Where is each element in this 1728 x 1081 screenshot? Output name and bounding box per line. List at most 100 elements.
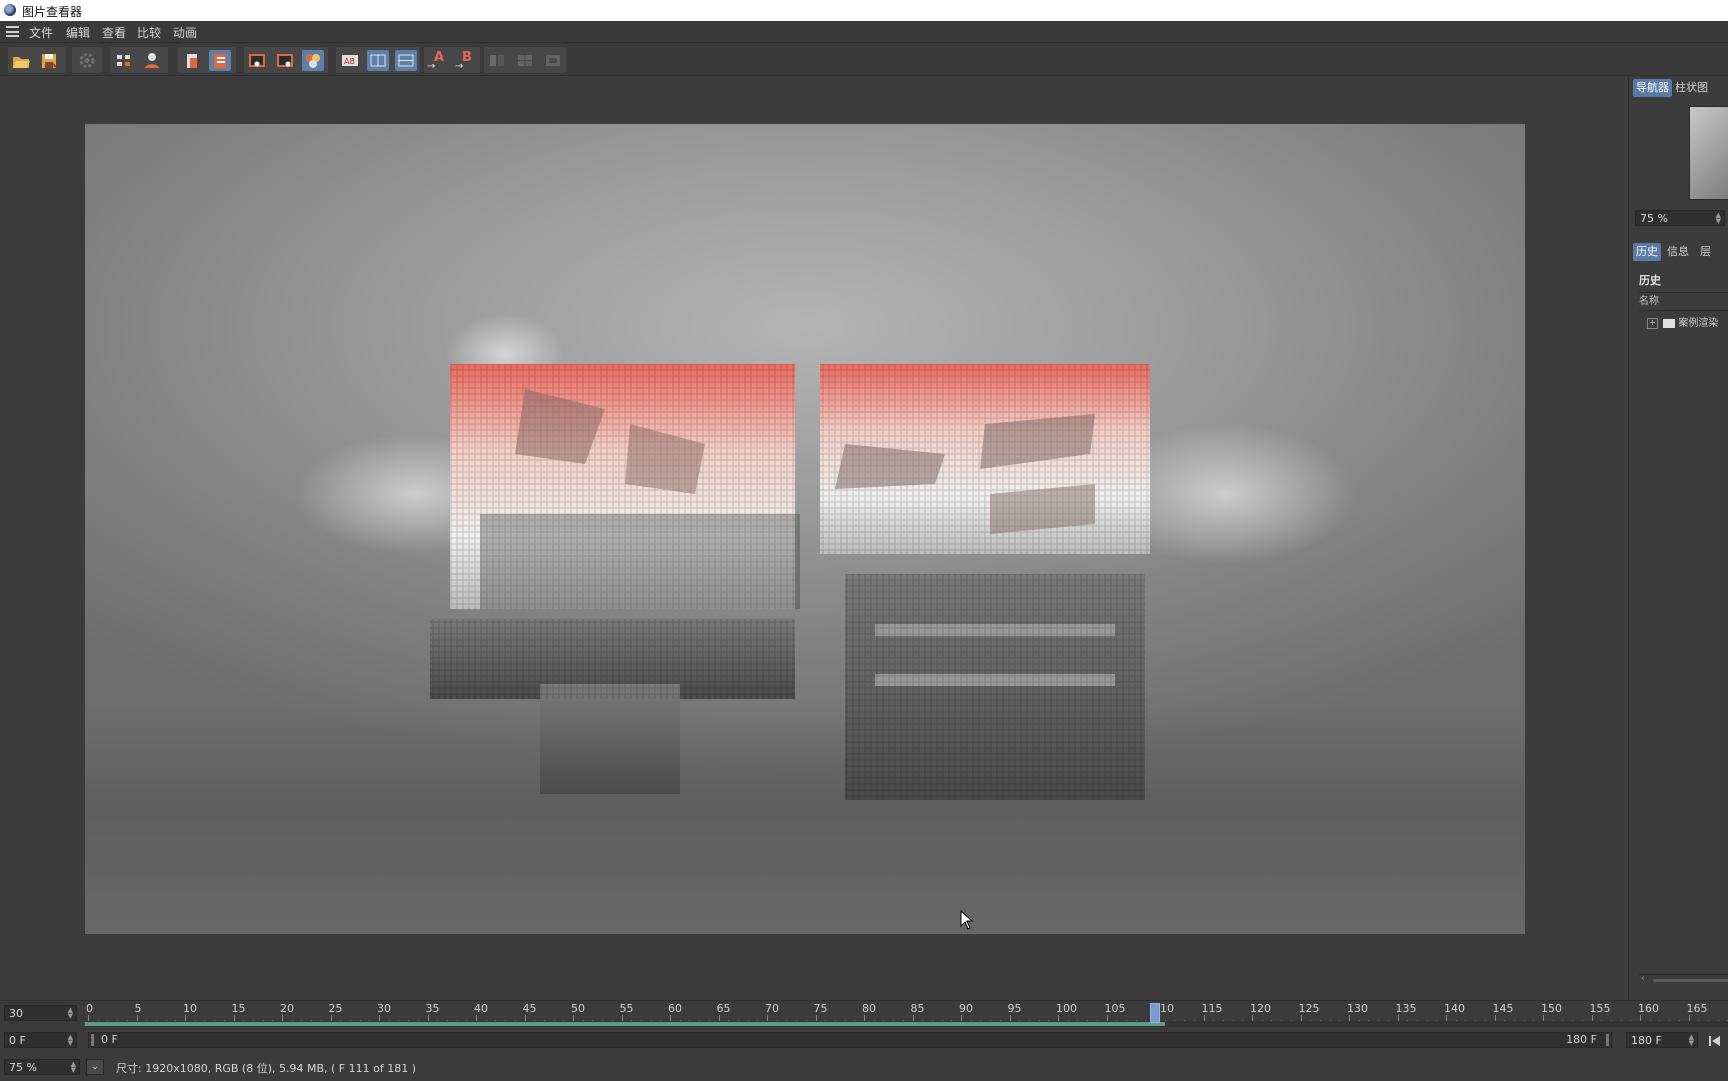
rendered-image[interactable] <box>85 124 1525 934</box>
range-start-label: 0 F <box>101 1033 118 1046</box>
stepper-icon[interactable]: ▲ ▼ <box>1689 1034 1694 1047</box>
view-compare-icon[interactable] <box>302 50 324 71</box>
navigator-zoom-value: 75 % <box>1640 212 1668 225</box>
zoom-dropdown-chevron-down-icon[interactable]: ⌄ <box>86 1059 104 1075</box>
ruler-tick-label: 60 <box>668 1002 682 1015</box>
stepper-icon[interactable]: ▲ ▼ <box>68 1007 73 1020</box>
expand-icon[interactable]: + <box>1647 317 1658 329</box>
start-frame-value: 0 F <box>9 1034 26 1047</box>
save-icon[interactable] <box>38 50 60 71</box>
layers-icon[interactable] <box>209 50 231 71</box>
toolbar-group-channels <box>178 47 236 73</box>
overlay-icon[interactable] <box>542 50 564 71</box>
set-a-label: A <box>434 50 445 65</box>
menu-edit[interactable]: 编辑 <box>66 24 90 41</box>
zoom-value: 75 % <box>9 1061 37 1074</box>
ruler-tick-label: 140 <box>1444 1002 1465 1015</box>
menu-compare[interactable]: 比较 <box>137 24 161 41</box>
go-to-start-icon[interactable] <box>1708 1034 1722 1048</box>
ruler-tick-label: 90 <box>959 1002 973 1015</box>
ruler-tick-label: 10 <box>183 1002 197 1015</box>
zoom-field[interactable]: 75 % ▲ ▼ <box>4 1059 80 1075</box>
playhead[interactable] <box>1150 1003 1160 1023</box>
history-column-header: 名称 <box>1639 292 1728 311</box>
history-item-label: 案例渲染 <box>1678 318 1719 329</box>
history-scrollbar[interactable]: ‹ <box>1639 973 1728 985</box>
history-item[interactable]: + 案例渲染 <box>1647 314 1719 329</box>
range-end-label: 180 F <box>1566 1033 1597 1046</box>
split-horizontal-icon[interactable] <box>395 50 417 71</box>
history-title: 历史 <box>1639 274 1661 287</box>
ruler-tick-label: 5 <box>134 1002 142 1015</box>
window-title: 图片查看器 <box>22 5 83 19</box>
svg-text:AB: AB <box>344 57 355 66</box>
ruler-tick-label: 130 <box>1347 1002 1368 1015</box>
render-artwork <box>295 314 1355 800</box>
hamburger-menu-icon[interactable] <box>6 26 19 37</box>
range-start-handle[interactable] <box>91 1034 94 1046</box>
ruler-tick-label: 80 <box>862 1002 876 1015</box>
end-frame-value: 180 F <box>1631 1034 1662 1047</box>
ruler-tick-label: 115 <box>1201 1002 1223 1015</box>
ruler-tick-label: 45 <box>522 1002 537 1015</box>
stepper-icon[interactable]: ▲ ▼ <box>71 1061 76 1074</box>
ruler-tick-label: 15 <box>231 1002 246 1015</box>
right-panel: 导航器 柱状图 75 % ▲ ▼ 历史 信息 层 历史 名称 + 案例渲染 ‹ <box>1628 76 1728 1005</box>
ruler-tick-label: 35 <box>425 1002 440 1015</box>
swap-icon[interactable] <box>486 50 508 71</box>
set-b-icon[interactable]: B → <box>453 50 475 72</box>
stepper-icon[interactable]: ▲ ▼ <box>1716 212 1721 225</box>
ruler-tick-label: 145 <box>1492 1002 1514 1015</box>
ruler-tick-label: 65 <box>716 1002 731 1015</box>
menu-animation[interactable]: 动画 <box>173 24 197 41</box>
end-frame-field[interactable]: 180 F ▲ ▼ <box>1626 1032 1698 1048</box>
range-end-handle[interactable] <box>1606 1034 1609 1046</box>
ruler-tick-label: 20 <box>280 1002 294 1015</box>
menu-file[interactable]: 文件 <box>29 24 53 41</box>
toolbar-group-file <box>8 47 66 73</box>
tile-icon[interactable] <box>514 50 536 71</box>
toolbar-group-compare: AB <box>336 47 420 73</box>
user-icon[interactable] <box>141 50 163 71</box>
toolbar-group-settings <box>72 47 102 73</box>
title-bar: 图片查看器 <box>0 0 1728 21</box>
view-single-icon[interactable] <box>246 50 268 71</box>
filter-icon[interactable] <box>113 50 135 71</box>
start-frame-field[interactable]: 0 F ▲ ▼ <box>4 1032 77 1048</box>
ruler-tick-label: 160 <box>1638 1002 1659 1015</box>
ruler-tick-label: 120 <box>1250 1002 1271 1015</box>
set-b-label: B <box>462 50 472 65</box>
stepper-icon[interactable]: ▲ ▼ <box>68 1034 73 1047</box>
tab-histogram[interactable]: 柱状图 <box>1672 79 1711 97</box>
ruler-tick-label: 85 <box>910 1002 925 1015</box>
set-a-icon[interactable]: A → <box>425 50 447 72</box>
settings-icon[interactable] <box>76 50 98 71</box>
tab-info[interactable]: 信息 <box>1664 243 1692 261</box>
menu-view[interactable]: 查看 <box>102 24 126 41</box>
ruler-tick-label: 50 <box>571 1002 585 1015</box>
app-icon <box>4 4 16 16</box>
tab-navigator[interactable]: 导航器 <box>1633 79 1672 97</box>
ruler-tick-label: 105 <box>1104 1002 1126 1015</box>
navigator-zoom-field[interactable]: 75 % ▲ ▼ <box>1635 210 1725 226</box>
ruler-tick-label: 155 <box>1589 1002 1611 1015</box>
channel-icon[interactable] <box>181 50 203 71</box>
range-slider[interactable]: 0 F 180 F <box>88 1032 1612 1048</box>
ruler-tick-label: 30 <box>377 1002 391 1015</box>
cache-track <box>85 1021 1728 1027</box>
open-icon[interactable] <box>10 50 32 71</box>
ruler-tick-label: 150 <box>1541 1002 1562 1015</box>
view-region-icon[interactable] <box>274 50 296 71</box>
navigator-thumbnail[interactable] <box>1689 106 1728 200</box>
column-name: 名称 <box>1639 296 1659 307</box>
ruler-tick-label: 165 <box>1686 1002 1708 1015</box>
menu-bar: 文件 编辑 查看 比较 动画 <box>0 21 1728 43</box>
tab-history[interactable]: 历史 <box>1633 243 1661 261</box>
tab-layers[interactable]: 层 <box>1697 243 1714 261</box>
fps-field[interactable]: 30 ▲ ▼ <box>4 1005 77 1021</box>
ab-icon[interactable]: AB <box>339 50 361 71</box>
ruler-tick-label: 40 <box>474 1002 488 1015</box>
toolbar-group-disabled <box>484 47 566 73</box>
split-vertical-icon[interactable] <box>367 50 389 71</box>
toolbar-group-tools <box>110 47 168 73</box>
